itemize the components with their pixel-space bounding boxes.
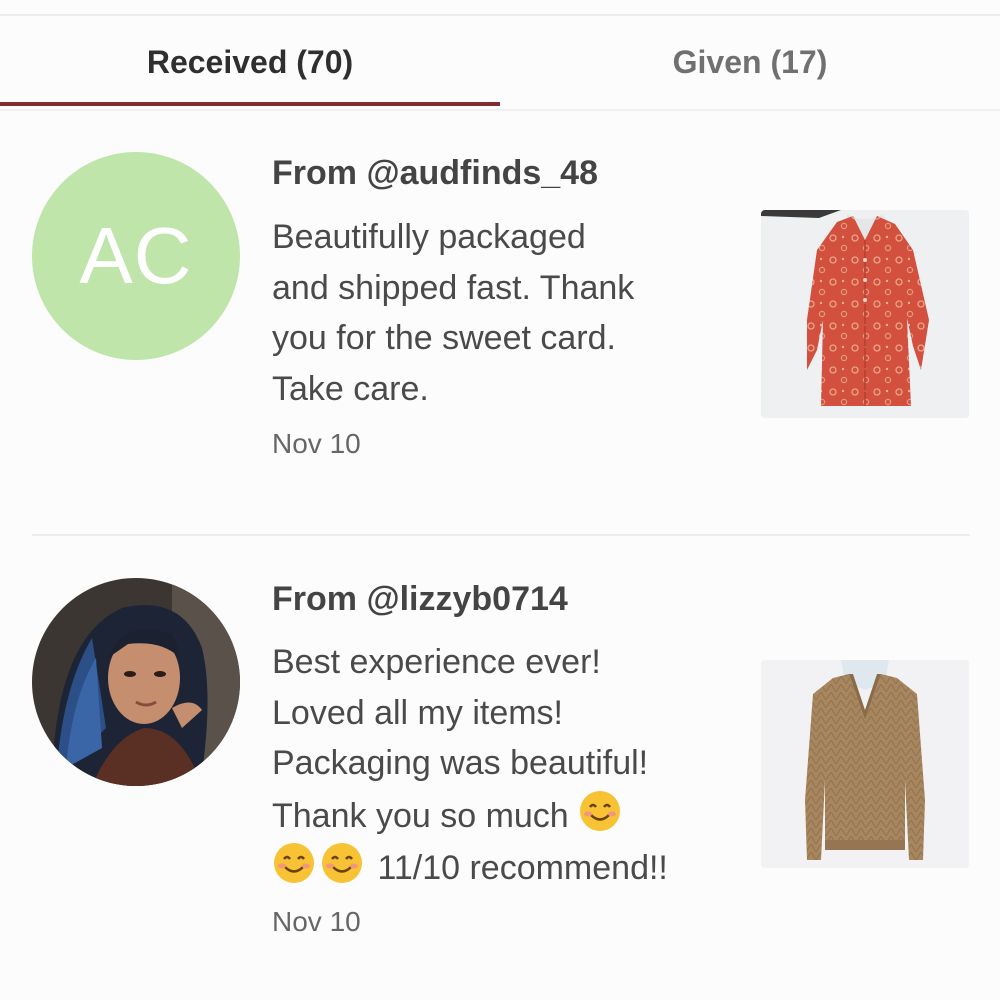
comment-line: Beautifully packaged xyxy=(272,218,586,256)
review-comment: Beautifully packaged and shipped fast. T… xyxy=(272,212,742,414)
comment-line: Packaging was beautiful! xyxy=(272,744,649,782)
smiling-face-emoji-icon xyxy=(274,843,314,883)
comment-line: Loved all my items! xyxy=(272,693,563,732)
review-item: AC From @audfinds_48 Beautifully package… xyxy=(0,130,1000,535)
comment-line: you for the sweet card. xyxy=(272,319,616,357)
item-thumbnail[interactable] xyxy=(761,660,969,868)
active-tab-indicator xyxy=(0,102,500,106)
review-author[interactable]: From @lizzyb0714 xyxy=(272,580,568,619)
review-date: Nov 10 xyxy=(272,906,361,937)
review-comment: Best experience ever! Loved all my items… xyxy=(272,637,742,894)
avatar-initials: AC xyxy=(79,211,193,300)
tab-given[interactable]: Given (17) xyxy=(500,16,1000,109)
comment-text: 11/10 recommend!! xyxy=(377,849,668,887)
tan-v-neck-sweater-icon xyxy=(761,660,969,868)
review-author[interactable]: From @audfinds_48 xyxy=(272,154,598,193)
avatar[interactable]: AC xyxy=(32,152,240,360)
comment-line: Best experience ever! xyxy=(272,643,601,681)
user-photo-icon xyxy=(32,578,240,786)
smiling-face-emoji-icon xyxy=(580,790,621,831)
smiling-face-emoji-icon xyxy=(322,843,362,883)
comment-line: Take care. xyxy=(272,369,429,408)
tab-received[interactable]: Received (70) xyxy=(0,16,500,109)
tab-bar: Received (70) Given (17) xyxy=(0,16,1000,111)
orange-floral-blouse-icon xyxy=(761,210,969,418)
comment-line-with-emoji: Thank you so much xyxy=(272,789,742,842)
review-item: From @lizzyb0714 Best experience ever! L… xyxy=(0,560,1000,960)
item-thumbnail[interactable] xyxy=(761,210,969,418)
review-date: Nov 10 xyxy=(272,428,361,459)
comment-line: and shipped fast. Thank xyxy=(272,268,635,307)
avatar[interactable] xyxy=(32,578,240,786)
comment-line-with-emoji: 11/10 recommend!! xyxy=(272,841,742,894)
review-divider xyxy=(32,534,970,536)
reviews-page: Received (70) Given (17) AC From @audfin… xyxy=(0,0,1000,1000)
comment-text: Thank you so much xyxy=(272,796,569,835)
